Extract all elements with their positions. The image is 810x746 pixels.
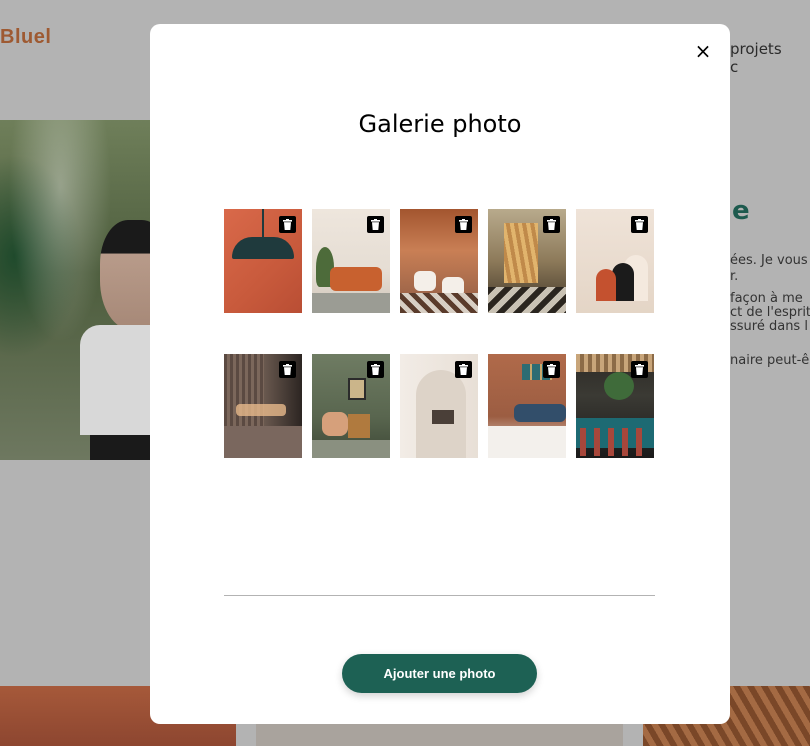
top-nav: projets c: [730, 40, 810, 76]
trash-icon[interactable]: [279, 216, 296, 233]
site-logo: Bluel: [0, 26, 52, 48]
gallery-thumbnail: [488, 354, 566, 458]
modal-title: Galerie photo: [358, 110, 522, 138]
gallery-thumbnail: [312, 354, 390, 458]
nav-item-contact[interactable]: c: [730, 58, 738, 76]
intro-line: ssuré dans l: [730, 319, 808, 334]
intro-paragraph-fragment: ées. Je vous r. façon à me ct de l'espri…: [730, 254, 810, 376]
portrait-face: [100, 220, 150, 330]
intro-line: r.: [730, 269, 739, 284]
trash-icon[interactable]: [455, 216, 472, 233]
gallery-thumbnail: [312, 209, 390, 313]
gallery-thumbnail: [576, 209, 654, 313]
photo-gallery-modal: × Galerie photo Ajouter une photo: [150, 24, 730, 724]
gallery-thumbnail: [224, 209, 302, 313]
gallery-thumbnail: [488, 209, 566, 313]
add-photo-button[interactable]: Ajouter une photo: [342, 654, 537, 693]
trash-icon[interactable]: [279, 361, 296, 378]
gallery-thumbnail: [400, 209, 478, 313]
hero-portrait-image: [0, 120, 150, 460]
intro-line: ct de l'esprit: [730, 305, 810, 320]
close-icon[interactable]: ×: [693, 41, 713, 61]
gallery-thumbnail: [576, 354, 654, 458]
intro-line: ées. Je vous: [730, 253, 808, 268]
portrait-shirt: [80, 325, 150, 435]
portrait-skirt: [90, 435, 150, 460]
nav-item-projets[interactable]: projets: [730, 40, 782, 58]
trash-icon[interactable]: [367, 361, 384, 378]
trash-icon[interactable]: [631, 216, 648, 233]
trash-icon[interactable]: [631, 361, 648, 378]
intro-heading-fragment: e: [732, 196, 750, 226]
trash-icon[interactable]: [367, 216, 384, 233]
gallery-thumbnail: [400, 354, 478, 458]
modal-divider: [224, 595, 655, 596]
trash-icon[interactable]: [543, 361, 560, 378]
photo-grid: [224, 209, 656, 458]
gallery-thumbnail: [224, 354, 302, 458]
intro-line: façon à me: [730, 291, 803, 306]
trash-icon[interactable]: [455, 361, 472, 378]
intro-line: naire peut-ê: [730, 353, 810, 368]
trash-icon[interactable]: [543, 216, 560, 233]
